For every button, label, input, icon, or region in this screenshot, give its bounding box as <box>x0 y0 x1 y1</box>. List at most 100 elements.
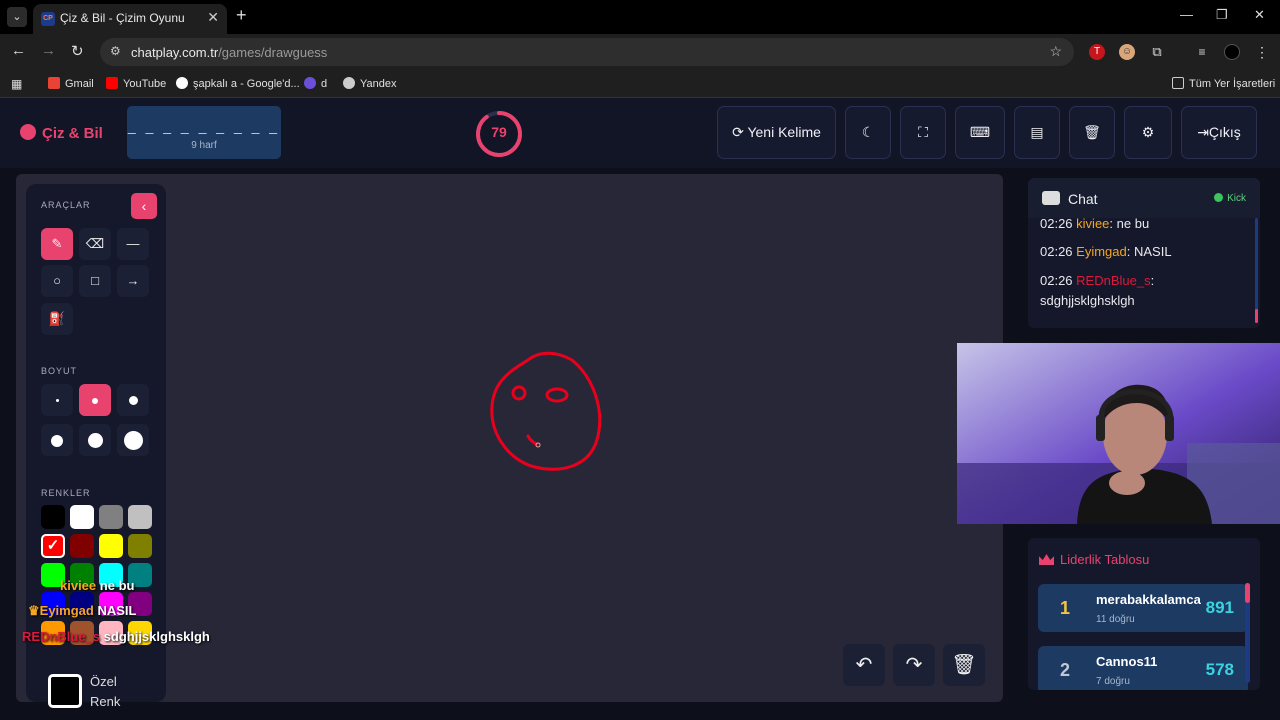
leaderboard-scroll-thumb[interactable] <box>1245 583 1250 603</box>
game-area: ↶ ↷ 🗑 ARAÇLAR ‹ ✎ ⌫ — ○ □ → ⛽ BOYUT RENK… <box>0 168 1280 720</box>
overlay-chat-text: ne bu <box>99 578 135 593</box>
eraser-tool[interactable]: ⌫ <box>79 228 111 260</box>
media-control-icon[interactable]: ≡ <box>1194 44 1210 60</box>
settings-button[interactable]: ⚙ <box>1124 106 1172 159</box>
collapse-panel-button[interactable]: ‹ <box>131 193 157 219</box>
browser-menu-icon[interactable]: ⋮ <box>1254 44 1270 60</box>
circle-icon: ○ <box>53 273 61 288</box>
color-swatch[interactable] <box>99 534 123 558</box>
leaderboard-scrollbar[interactable] <box>1245 583 1250 683</box>
color-swatch[interactable] <box>41 505 65 529</box>
chat-scroll-thumb[interactable] <box>1255 309 1258 323</box>
leaderboard-row[interactable]: 2 Cannos11 7 doğru 578 <box>1038 646 1248 690</box>
chat-panel: Chat Kick 02:26 kiviee: ne bu 02:26 Eyim… <box>1028 178 1260 328</box>
size-option-1[interactable] <box>41 384 73 416</box>
leaderboard-rank: 2 <box>1060 660 1071 680</box>
reload-button[interactable]: ↻ <box>71 42 84 60</box>
app-logo[interactable]: Çiz & Bil <box>20 124 103 142</box>
chat-text: : ne bu <box>1109 216 1150 231</box>
bookmark-label: YouTube <box>123 78 167 90</box>
extension-avatar-icon[interactable]: ☺ <box>1119 44 1135 60</box>
fullscreen-button[interactable]: ⛶ <box>900 106 946 159</box>
size-option-5[interactable] <box>79 424 111 456</box>
rectangle-tool[interactable]: □ <box>79 265 111 297</box>
keyboard-button[interactable]: ⌨ <box>955 106 1005 159</box>
profile-avatar[interactable] <box>1224 44 1240 60</box>
line-tool[interactable]: — <box>117 228 149 260</box>
bookmarks-bar: ▦ Gmail YouTube şapkalı a - Google'd... … <box>0 70 1280 98</box>
fill-tool[interactable]: ⛽ <box>41 303 73 335</box>
maximize-button[interactable]: ❐ <box>1216 7 1228 23</box>
site-info-icon[interactable]: ⚙ <box>110 44 121 58</box>
address-bar[interactable]: ⚙ chatplay.com.tr/games/drawguess ☆ <box>100 38 1074 66</box>
size-dot <box>92 397 98 404</box>
youtube-icon <box>106 77 118 89</box>
drawn-face-outline <box>490 351 602 471</box>
size-option-3[interactable] <box>117 384 149 416</box>
minimize-button[interactable]: — <box>1180 7 1193 22</box>
tab-title: Çiz & Bil - Çizim Oyunu <box>60 11 185 25</box>
exit-button[interactable]: ⇥Çıkış <box>1181 106 1257 159</box>
bookmark-gmail[interactable]: Gmail <box>48 77 94 90</box>
color-swatch[interactable] <box>99 505 123 529</box>
square-icon: □ <box>91 273 99 288</box>
custom-color-label-line: Renk <box>90 694 121 709</box>
url-text[interactable]: chatplay.com.tr/games/drawguess <box>131 45 327 60</box>
new-word-button[interactable]: ⟳ Yeni Kelime <box>717 106 836 159</box>
trash-button[interactable]: 🗑 <box>1069 106 1115 159</box>
archive-icon: ▤ <box>1030 124 1044 140</box>
bookmark-yandex[interactable]: Yandex <box>343 77 397 90</box>
word-letter-count: 9 harf <box>191 140 217 151</box>
size-option-6[interactable] <box>117 424 149 456</box>
forward-button[interactable]: → <box>41 42 56 59</box>
overlay-chat-line: ♛Eyimgad NASIL <box>28 603 136 619</box>
clear-canvas-button[interactable]: 🗑 <box>943 644 985 686</box>
size-dot <box>55 399 59 403</box>
chat-scrollbar[interactable] <box>1255 218 1258 323</box>
browser-toolbar: ← → ↻ ⚙ chatplay.com.tr/games/drawguess … <box>0 34 1280 70</box>
color-swatch[interactable] <box>70 534 94 558</box>
chat-message: 02:26 Eyimgad: NASIL <box>1040 242 1245 262</box>
color-swatch[interactable] <box>70 505 94 529</box>
bookmark-star-icon[interactable]: ☆ <box>1049 43 1062 60</box>
color-swatch[interactable] <box>128 534 152 558</box>
chat-message: 02:26 kiviee: ne bu <box>1040 214 1245 234</box>
window-close-button[interactable]: ✕ <box>1254 7 1265 23</box>
chat-user: kiviee <box>1076 216 1110 231</box>
undo-button[interactable]: ↶ <box>843 644 885 686</box>
chat-message: 02:26 REDnBlue_s: sdghjjsklghsklgh <box>1040 271 1245 311</box>
tab-search-button[interactable]: ⌄ <box>7 7 27 27</box>
custom-color-label: Özel Renk <box>90 672 120 712</box>
dark-mode-button[interactable]: ☾ <box>845 106 891 159</box>
chat-time: 02:26 <box>1040 273 1073 288</box>
all-bookmarks-folder[interactable]: Tüm Yer İşaretleri <box>1172 77 1275 90</box>
leaderboard-score: 578 <box>1205 660 1234 679</box>
size-option-4[interactable] <box>41 424 73 456</box>
archive-button[interactable]: ▤ <box>1014 106 1060 159</box>
extensions-puzzle-icon[interactable]: ⧉ <box>1149 44 1165 60</box>
exit-label: Çıkış <box>1208 124 1241 140</box>
custom-color-button[interactable] <box>48 674 82 708</box>
tab-close-icon[interactable]: ✕ <box>207 9 219 26</box>
back-button[interactable]: ← <box>11 42 26 59</box>
arrow-tool[interactable]: → <box>117 265 149 297</box>
new-tab-button[interactable]: + <box>236 5 247 26</box>
apps-grid-icon[interactable]: ▦ <box>11 77 22 91</box>
drawn-right-eye <box>545 387 569 403</box>
bookmark-google[interactable]: şapkalı a - Google'd... <box>176 77 300 90</box>
leaderboard-row[interactable]: 1 merabakkalamca 11 doğru 891 <box>1038 584 1248 632</box>
circle-tool[interactable]: ○ <box>41 265 73 297</box>
bookmark-d[interactable]: d <box>304 77 327 90</box>
size-dot <box>128 396 138 406</box>
color-swatch[interactable]: ✓ <box>41 534 65 558</box>
size-option-2[interactable] <box>79 384 111 416</box>
brush-tool[interactable]: ✎ <box>41 228 73 260</box>
redo-button[interactable]: ↷ <box>893 644 935 686</box>
browser-tab[interactable]: CP Çiz & Bil - Çizim Oyunu ✕ <box>33 4 227 34</box>
bookmark-youtube[interactable]: YouTube <box>106 77 166 90</box>
brush-icon: ✎ <box>51 236 63 251</box>
extension-tp-icon[interactable]: T <box>1089 44 1105 60</box>
leaderboard-name: Cannos11 <box>1096 654 1158 669</box>
webcam-overlay <box>957 343 1280 524</box>
color-swatch[interactable] <box>128 505 152 529</box>
